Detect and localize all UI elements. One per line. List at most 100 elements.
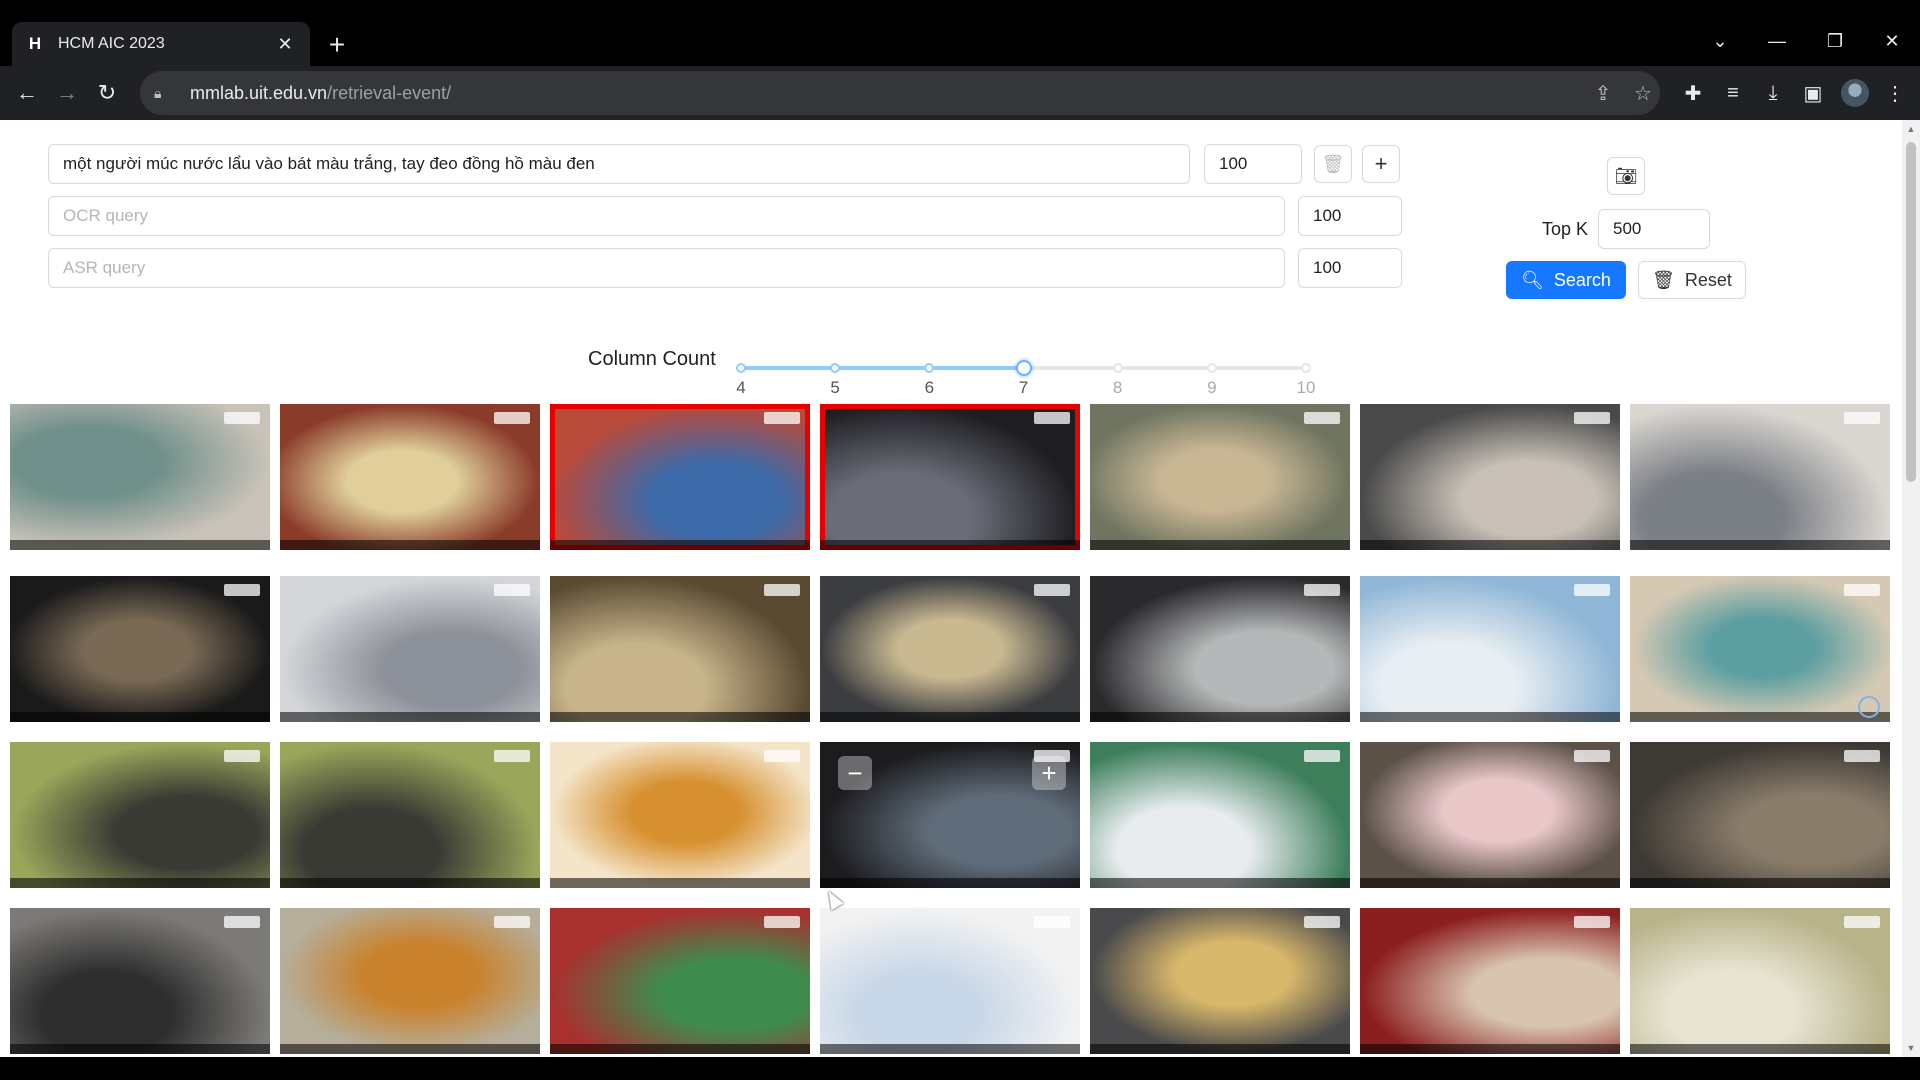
url-host: mmlab.uit.edu.vn [190, 82, 328, 103]
keyframe-thumbnail[interactable] [10, 576, 270, 722]
add-plus-icon[interactable]: + [1362, 145, 1400, 183]
scroll-up-icon[interactable]: ▲ [1906, 124, 1916, 134]
slider-handle[interactable] [1015, 360, 1032, 376]
keyframe-thumbnail[interactable] [1360, 576, 1620, 722]
channel-logo-icon [1844, 412, 1880, 424]
keyframe-thumbnail[interactable] [1090, 908, 1350, 1054]
keyframe-thumbnail[interactable] [1360, 404, 1620, 550]
camera-icon[interactable]: 📷︎ [1607, 157, 1645, 195]
keyframe-thumbnail[interactable] [820, 404, 1080, 550]
asr-query-input[interactable]: ASR query [48, 248, 1285, 288]
bookmark-star-icon[interactable]: ☆ [1628, 78, 1658, 108]
channel-logo-icon [764, 916, 800, 928]
asr-weight-input[interactable]: 100 [1298, 248, 1402, 288]
tab-hcm-aic[interactable]: H HCM AIC 2023 ✕ [12, 22, 310, 66]
remove-frame-icon[interactable]: − [838, 756, 872, 790]
keyframe-thumbnail[interactable]: − + [820, 742, 1080, 888]
channel-logo-icon [1304, 584, 1340, 596]
slider-mark-label: 5 [830, 378, 840, 397]
channel-logo-icon [494, 412, 530, 424]
keyframe-thumbnail[interactable] [550, 908, 810, 1054]
keyframe-thumbnail[interactable] [280, 742, 540, 888]
delete-trash-icon[interactable]: 🗑︎ [1314, 145, 1352, 183]
slider-dot-6[interactable] [924, 363, 935, 373]
caption-bar [10, 712, 270, 722]
keyframe-thumbnail[interactable] [1090, 576, 1350, 722]
keyframe-thumbnail[interactable] [1090, 404, 1350, 550]
keyframe-thumbnail[interactable] [1630, 404, 1890, 550]
share-icon[interactable]: ⇪ [1588, 78, 1618, 108]
keyframe-thumbnail[interactable] [550, 576, 810, 722]
channel-logo-icon [1304, 750, 1340, 762]
ocr-query-input[interactable]: OCR query [48, 196, 1285, 236]
keyframe-thumbnail[interactable] [280, 576, 540, 722]
reset-label: Reset [1684, 269, 1732, 290]
forward-arrow-icon[interactable]: → [52, 78, 82, 108]
channel-logo-icon [494, 916, 530, 928]
new-tab-button[interactable]: + [322, 29, 352, 60]
caption-bar [820, 540, 1080, 550]
tab-close-icon[interactable]: ✕ [274, 33, 296, 55]
keyframe-thumbnail[interactable] [10, 742, 270, 888]
caption-bar [1360, 712, 1620, 722]
keyframe-thumbnail[interactable] [280, 404, 540, 550]
keyframe-thumbnail[interactable] [280, 908, 540, 1054]
channel-logo-icon [224, 412, 260, 424]
ocr-weight-input[interactable]: 100 [1298, 196, 1402, 236]
slider-dot-4[interactable] [736, 363, 746, 373]
keyframe-thumbnail[interactable] [1630, 908, 1890, 1054]
channel-logo-icon [1844, 916, 1880, 928]
taskbar-strip [0, 1057, 1920, 1080]
tab-search-chevron-icon[interactable]: ⌄ [1700, 26, 1740, 56]
topk-input[interactable]: 500 [1598, 209, 1710, 249]
keyframe-thumbnail[interactable] [1090, 742, 1350, 888]
scroll-down-icon[interactable]: ▼ [1906, 1043, 1916, 1053]
caption-bar [1630, 878, 1890, 888]
add-frame-icon[interactable]: + [1032, 756, 1066, 790]
minimize-button[interactable]: — [1757, 26, 1797, 56]
text-weight-input[interactable]: 100 [1204, 144, 1302, 184]
profile-avatar[interactable] [1841, 79, 1869, 107]
reset-button[interactable]: 🗑︎ Reset [1638, 261, 1746, 299]
page-scrollbar[interactable]: ▲ ▼ [1902, 120, 1920, 1057]
keyframe-thumbnail[interactable] [550, 742, 810, 888]
mouse-cursor [822, 887, 844, 911]
channel-logo-icon [1574, 916, 1610, 928]
keyframe-thumbnail[interactable] [550, 404, 810, 550]
column-count-label: Column Count [588, 348, 716, 370]
keyframe-thumbnail[interactable] [1360, 908, 1620, 1054]
keyframe-thumbnail[interactable] [10, 404, 270, 550]
download-icon[interactable]: ⤓ [1758, 78, 1788, 108]
text-query-input[interactable]: một người múc nước lẩu vào bát màu trắng… [48, 144, 1190, 184]
close-window-button[interactable]: ✕ [1872, 26, 1912, 56]
keyframe-thumbnail[interactable] [820, 576, 1080, 722]
address-bar[interactable]: 🔒︎ mmlab.uit.edu.vn/retrieval-event/ [140, 71, 1660, 115]
slider-dot-8[interactable] [1112, 363, 1123, 373]
restore-button[interactable]: ❐ [1815, 26, 1855, 56]
side-panel-icon[interactable]: ▣ [1798, 78, 1828, 108]
channel-logo-icon [1304, 916, 1340, 928]
extensions-puzzle-icon[interactable]: ✚ [1678, 78, 1708, 108]
keyframe-thumbnail[interactable] [1360, 742, 1620, 888]
scrollbar-thumb[interactable] [1906, 142, 1916, 482]
assistant-swirl-icon[interactable] [1858, 696, 1880, 718]
keyframe-thumbnail[interactable] [1630, 742, 1890, 888]
caption-bar [550, 712, 810, 722]
keyframe-thumbnail[interactable] [820, 908, 1080, 1054]
media-queue-icon[interactable]: ≡ [1718, 78, 1748, 108]
keyframe-thumbnail[interactable] [1630, 576, 1890, 722]
keyframe-thumbnail[interactable] [10, 908, 270, 1054]
column-count-slider[interactable]: 4 5 6 7 8 9 10 [736, 346, 1315, 406]
caption-bar [280, 878, 540, 888]
reload-icon[interactable]: ↻ [92, 78, 122, 108]
search-button[interactable]: 🔍︎ Search [1506, 261, 1626, 299]
slider-dot-9[interactable] [1206, 363, 1217, 373]
back-arrow-icon[interactable]: ← [12, 78, 42, 108]
search-label: Search [1553, 269, 1611, 290]
slider-dot-5[interactable] [830, 363, 841, 373]
caption-bar [1360, 878, 1620, 888]
channel-logo-icon [1574, 584, 1610, 596]
slider-dot-10[interactable] [1301, 363, 1311, 373]
kebab-menu-icon[interactable]: ⋮ [1880, 78, 1910, 108]
lock-icon: 🔒︎ [154, 84, 162, 101]
